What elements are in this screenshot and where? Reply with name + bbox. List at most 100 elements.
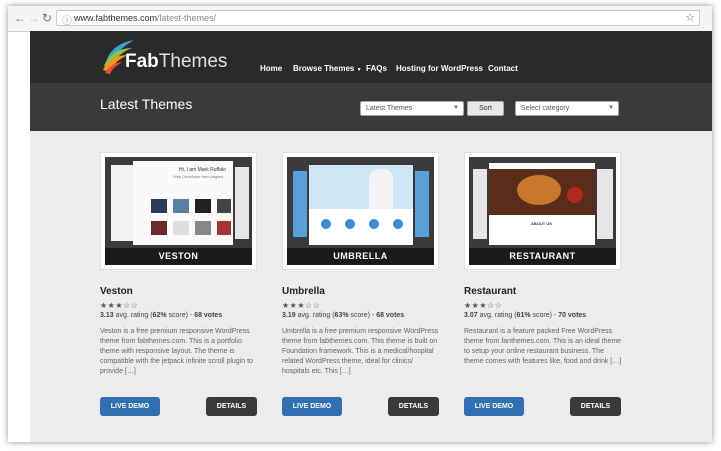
theme-card-veston: Hi, I am Mark Ruffalo Web Developer from…: [100, 131, 260, 442]
portfolio-tile: [151, 221, 167, 235]
nav-home[interactable]: Home: [260, 64, 282, 73]
feature-icon: [321, 219, 331, 229]
rating-votes: 68 votes: [194, 312, 223, 319]
portfolio-tile: [151, 199, 167, 213]
screen-headline: Hi, I am Mark Ruffalo: [179, 167, 226, 173]
top-navbar: FabThemes Home Browse Themes ▼ FAQs Host…: [30, 31, 712, 83]
rating-score: 3.13: [100, 312, 114, 319]
rating-score: 3.07: [464, 312, 478, 319]
screenshot-panel: Hi, I am Mark Ruffalo Web Developer from…: [133, 161, 233, 245]
theme-thumbnail[interactable]: ABOUT US RESTAURANT: [464, 152, 621, 270]
hero-section: [309, 165, 413, 209]
thumbnail-image: UMBRELLA: [287, 157, 434, 265]
nav-hosting[interactable]: Hosting for WordPress: [396, 64, 483, 73]
portfolio-tile: [217, 221, 231, 235]
theme-banner: VESTON: [105, 248, 252, 265]
live-demo-button[interactable]: LIVE DEMO: [100, 397, 160, 416]
screenshot-panel: [415, 171, 429, 237]
theme-thumbnail[interactable]: UMBRELLA: [282, 152, 439, 270]
theme-thumbnail[interactable]: Hi, I am Mark Ruffalo Web Developer from…: [100, 152, 257, 270]
rating-text: 3.13 avg. rating (62% score) - 68 votes: [100, 312, 222, 319]
browser-window: ← → ↻ ⓘ www.fabthemes.com/latest-themes/…: [8, 6, 712, 442]
logo-fab: Fab: [125, 51, 159, 72]
theme-title[interactable]: Umbrella: [282, 286, 325, 297]
details-button[interactable]: DETAILS: [388, 397, 439, 416]
category-value: Select category: [521, 105, 570, 112]
rating-score: 3.19: [282, 312, 296, 319]
forward-arrow-icon[interactable]: →: [28, 11, 40, 25]
screenshot-panel: [309, 165, 413, 245]
rating-votes: 70 votes: [558, 312, 587, 319]
sort-order-value: Latest Themes: [366, 105, 413, 112]
chevron-down-icon: ▼: [453, 105, 459, 111]
theme-description: Umbrella is a free premium responsive Wo…: [282, 328, 439, 375]
details-button[interactable]: DETAILS: [206, 397, 257, 416]
screenshot-panel: [473, 169, 487, 239]
browser-toolbar: ← → ↻ ⓘ www.fabthemes.com/latest-themes/…: [8, 6, 712, 32]
nav-browse-themes[interactable]: Browse Themes ▼: [293, 64, 362, 73]
theme-title[interactable]: Restaurant: [464, 286, 516, 297]
rating-separator: score) -: [348, 312, 377, 319]
rating-label: avg. rating (: [113, 312, 153, 319]
star-rating-icon[interactable]: ★★★☆☆: [282, 301, 320, 310]
nav-faqs[interactable]: FAQs: [366, 64, 387, 73]
page-info-icon[interactable]: ⓘ: [62, 12, 72, 27]
rating-separator: score) -: [166, 312, 195, 319]
food-garnish: [567, 187, 583, 203]
nav-browse-themes-label: Browse Themes: [293, 64, 355, 73]
star-rating-icon[interactable]: ★★★☆☆: [100, 301, 138, 310]
screen-subline: Web Developer from Asgard: [173, 174, 224, 179]
feature-icon: [369, 219, 379, 229]
portfolio-tile: [173, 199, 189, 213]
screenshot-panel: [293, 171, 307, 237]
url-text[interactable]: www.fabthemes.com/latest-themes/: [74, 13, 216, 23]
sort-button[interactable]: Sort: [467, 101, 504, 116]
screenshot-panel: [235, 167, 249, 239]
theme-description: Veston is a free premium responsive Word…: [100, 328, 253, 375]
rating-percent: 62%: [152, 312, 167, 319]
nav-contact[interactable]: Contact: [488, 64, 518, 73]
category-select[interactable]: Select category ▼: [515, 101, 619, 116]
rating-text: 3.07 avg. rating (61% score) - 70 votes: [464, 312, 586, 319]
reload-icon[interactable]: ↻: [42, 11, 52, 25]
rating-separator: score) -: [530, 312, 559, 319]
portfolio-tile: [173, 221, 189, 235]
address-bar[interactable]: ⓘ www.fabthemes.com/latest-themes/ ☆: [56, 10, 700, 27]
screenshot-panel: [597, 169, 613, 239]
themes-grid: Hi, I am Mark Ruffalo Web Developer from…: [30, 131, 712, 442]
rating-label: avg. rating (: [477, 312, 517, 319]
theme-banner: RESTAURANT: [469, 248, 616, 265]
hero-person: [369, 169, 393, 209]
sort-order-select[interactable]: Latest Themes ▼: [360, 101, 464, 116]
portfolio-tile: [195, 199, 211, 213]
screenshot-panel: [111, 165, 133, 241]
screenshot-panel: ABOUT US: [489, 163, 595, 245]
food-plate: [517, 175, 561, 205]
url-host: www.fabthemes.com: [74, 13, 158, 23]
portfolio-tile: [217, 199, 231, 213]
theme-banner: UMBRELLA: [287, 248, 434, 265]
star-icon[interactable]: ☆: [685, 11, 695, 24]
feature-icon: [345, 219, 355, 229]
site-logo-text[interactable]: FabThemes: [125, 51, 227, 73]
rating-label: avg. rating (: [295, 312, 335, 319]
feature-icon: [393, 219, 403, 229]
portfolio-tile: [195, 221, 211, 235]
back-arrow-icon[interactable]: ←: [14, 11, 26, 25]
theme-card-umbrella: UMBRELLA Umbrella ★★★☆☆ 3.19 avg. rating…: [282, 131, 442, 442]
rating-percent: 63%: [334, 312, 349, 319]
thumbnail-image: Hi, I am Mark Ruffalo Web Developer from…: [105, 157, 252, 265]
url-path: /latest-themes/: [157, 13, 217, 23]
thumbnail-image: ABOUT US RESTAURANT: [469, 157, 616, 265]
live-demo-button[interactable]: LIVE DEMO: [464, 397, 524, 416]
screen-heading: ABOUT US: [531, 221, 552, 226]
rating-votes: 68 votes: [376, 312, 405, 319]
theme-description: Restaurant is a feature packed Free Word…: [464, 328, 622, 365]
theme-title[interactable]: Veston: [100, 286, 133, 297]
live-demo-button[interactable]: LIVE DEMO: [282, 397, 342, 416]
chevron-down-icon: ▼: [608, 105, 614, 111]
site-header: FabThemes Home Browse Themes ▼ FAQs Host…: [30, 31, 712, 131]
details-button[interactable]: DETAILS: [570, 397, 621, 416]
rating-text: 3.19 avg. rating (63% score) - 68 votes: [282, 312, 404, 319]
star-rating-icon[interactable]: ★★★☆☆: [464, 301, 502, 310]
